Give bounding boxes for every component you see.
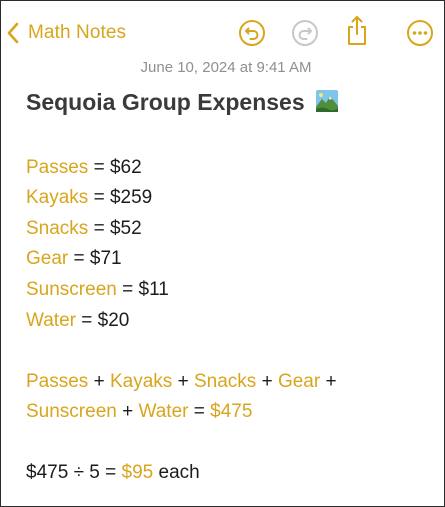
expense-value: $62 <box>109 157 142 178</box>
note-title[interactable]: Sequoia Group Expenses <box>26 89 339 116</box>
back-button[interactable]: Math Notes <box>6 17 126 49</box>
variable-name: Snacks <box>26 218 89 239</box>
equals-sign: = <box>122 279 134 300</box>
notes-window: Math Notes June 10, 2024 at 9:41 AM Sequ… <box>0 0 445 507</box>
variable-name: Passes <box>26 157 89 178</box>
sum-expression-line-2[interactable]: Sunscreen + Water = $475 <box>26 401 252 423</box>
split-result: $95 <box>121 462 154 483</box>
variable-name: Gear <box>26 248 69 269</box>
sum-expression-line-1[interactable]: Passes + Kayaks + Snacks + Gear + <box>26 371 337 393</box>
equals-sign: = <box>93 187 105 208</box>
equals-sign: = <box>93 218 105 239</box>
variable-ref: Water <box>138 401 189 422</box>
share-icon <box>344 15 370 47</box>
variable-name: Kayaks <box>26 187 89 208</box>
note-timestamp: June 10, 2024 at 9:41 AM <box>140 59 312 76</box>
split-suffix: each <box>158 462 200 483</box>
expense-line-snacks[interactable]: Snacks = $52 <box>26 218 142 240</box>
redo-button[interactable] <box>289 17 321 49</box>
divide-sign: ÷ <box>73 462 84 483</box>
expense-value: $71 <box>89 248 122 269</box>
variable-ref: Sunscreen <box>26 401 117 422</box>
back-button-label: Math Notes <box>28 22 127 43</box>
more-button[interactable] <box>404 17 436 49</box>
dividend: $475 <box>26 462 69 483</box>
expense-value: $20 <box>97 310 130 331</box>
split-expression-line[interactable]: $475 ÷ 5 = $95 each <box>26 462 200 484</box>
plus-sign: + <box>325 371 337 392</box>
undo-icon <box>238 19 266 47</box>
more-icon <box>406 19 434 47</box>
variable-name: Sunscreen <box>26 279 117 300</box>
chevron-left-icon <box>6 22 20 44</box>
expense-line-sunscreen[interactable]: Sunscreen = $11 <box>26 279 169 301</box>
variable-ref: Passes <box>26 371 89 392</box>
expense-line-water[interactable]: Water = $20 <box>26 310 129 332</box>
equals-sign: = <box>193 401 205 422</box>
expense-line-passes[interactable]: Passes = $62 <box>26 157 142 179</box>
equals-sign: = <box>81 310 93 331</box>
plus-sign: + <box>261 371 273 392</box>
undo-button[interactable] <box>236 17 268 49</box>
variable-name: Water <box>26 310 76 331</box>
expense-value: $259 <box>109 187 153 208</box>
plus-sign: + <box>122 401 134 422</box>
navigation-bar: Math Notes <box>1 15 444 51</box>
share-button[interactable] <box>341 15 373 47</box>
expense-line-kayaks[interactable]: Kayaks = $259 <box>26 187 152 209</box>
expense-value: $11 <box>138 279 169 300</box>
variable-ref: Snacks <box>193 371 257 392</box>
equals-sign: = <box>105 462 117 483</box>
mountain-landscape-icon <box>315 89 339 113</box>
equals-sign: = <box>93 157 105 178</box>
plus-sign: + <box>93 371 105 392</box>
expense-value: $52 <box>109 218 142 239</box>
divisor: 5 <box>89 462 100 483</box>
note-title-text: Sequoia Group Expenses <box>26 89 305 115</box>
redo-icon <box>291 19 319 47</box>
variable-ref: Gear <box>277 371 321 392</box>
variable-ref: Kayaks <box>109 371 173 392</box>
plus-sign: + <box>177 371 189 392</box>
sum-result: $475 <box>210 401 253 422</box>
equals-sign: = <box>73 248 85 269</box>
expense-line-gear[interactable]: Gear = $71 <box>26 248 122 270</box>
